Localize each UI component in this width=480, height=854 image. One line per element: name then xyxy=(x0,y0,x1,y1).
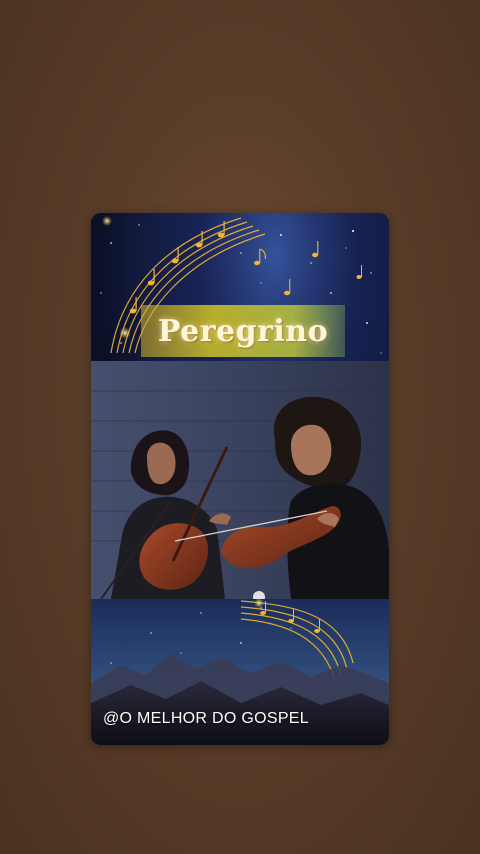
title-banner: Peregrino xyxy=(141,305,345,357)
account-handle[interactable]: @O MELHOR DO GOSPEL xyxy=(103,710,309,728)
song-title: Peregrino xyxy=(157,313,329,349)
story-card[interactable]: Peregrino @O MELHOR DO GOSPEL xyxy=(91,213,389,745)
video-frame[interactable] xyxy=(91,361,389,599)
